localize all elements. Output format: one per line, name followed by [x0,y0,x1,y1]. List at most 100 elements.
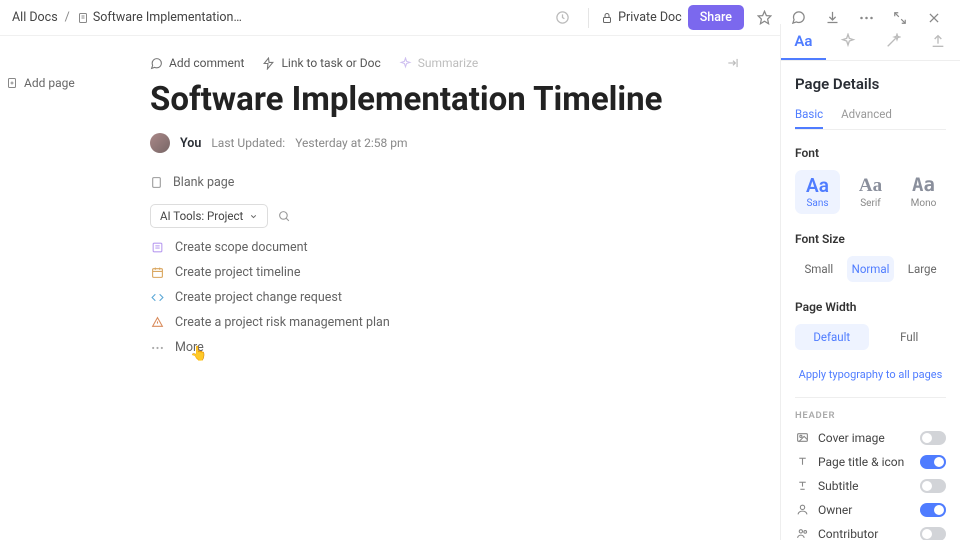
link-task-button[interactable]: Link to task or Doc [262,56,380,70]
add-comment-label: Add comment [169,56,244,70]
font-size-section-label: Font Size [795,232,946,246]
blank-page-label: Blank page [173,175,234,190]
blank-templates: Blank page AI Tools: Project Create scop… [150,175,740,355]
breadcrumb-current-label: Software Implementation… [93,10,242,25]
font-sans-button[interactable]: Aa Sans [795,170,840,214]
ai-tools-label: AI Tools: Project [160,209,243,223]
timeline-icon [150,266,165,279]
ai-item-label: Create project timeline [175,265,300,280]
toggle-cover-image[interactable]: Cover image [795,431,946,445]
blank-page-button[interactable]: Blank page [150,175,740,190]
ai-suggestions-list: Create scope document Create project tim… [150,240,740,355]
ai-item-scope[interactable]: Create scope document [150,240,740,255]
add-comment-button[interactable]: Add comment [150,56,244,70]
toggle-switch[interactable] [920,503,946,517]
font-sample: Aa [848,176,893,195]
toggle-owner[interactable]: Owner [795,503,946,517]
toggle-switch[interactable] [920,431,946,445]
image-icon [795,431,809,444]
title-icon [795,455,809,468]
collapse-right-arrow-icon[interactable] [726,56,740,70]
comment-icon [150,57,163,70]
scope-icon [150,241,165,254]
code-icon [150,291,165,304]
page-icon [150,176,163,189]
ai-item-risk-plan[interactable]: Create a project risk management plan [150,315,740,330]
font-sample: Aa [795,176,840,195]
font-section-label: Font [795,146,946,160]
page-title[interactable]: Software Implementation Timeline [150,80,740,119]
tab-typography[interactable]: Aa [781,24,826,60]
subtitle-icon [795,479,809,492]
ai-item-label: Create scope document [175,240,308,255]
meta-author[interactable]: You [180,136,201,151]
font-options: Aa Sans Aa Serif Aa Mono [795,170,946,214]
avatar[interactable] [150,133,170,153]
magic-icon [885,33,901,49]
ai-item-label: Create project change request [175,290,342,305]
right-panel-tabs: Aa [781,24,960,61]
link-task-label: Link to task or Doc [281,56,380,70]
toggle-label: Owner [818,503,911,517]
toggle-switch[interactable] [920,455,946,469]
page-width-options: Default Full [795,324,946,350]
favorite-icon[interactable] [750,4,778,32]
breadcrumb-root[interactable]: All Docs [12,10,58,25]
header-category-label: HEADER [795,410,946,421]
subtab-advanced[interactable]: Advanced [841,107,892,129]
apply-typography-link[interactable]: Apply typography to all pages [795,368,946,381]
chevron-down-icon [249,212,258,221]
font-mono-button[interactable]: Aa Mono [901,170,946,214]
doc-actions-bar: Add comment Link to task or Doc Summariz… [150,56,740,70]
meta-updated-value: Yesterday at 2:58 pm [295,136,407,150]
tab-templates[interactable] [871,24,916,60]
toggle-label: Contributor [818,527,911,540]
toggle-switch[interactable] [920,527,946,540]
summarize-label: Summarize [418,56,479,70]
doc-meta-row: You Last Updated: Yesterday at 2:58 pm [150,133,740,153]
subtab-basic[interactable]: Basic [795,107,823,129]
breadcrumb-current[interactable]: Software Implementation… [77,10,242,25]
font-size-normal[interactable]: Normal [847,256,895,282]
risk-icon [150,316,165,329]
toggle-label: Cover image [818,431,911,445]
font-sample: Aa [901,176,946,195]
history-icon[interactable] [548,4,576,32]
toggle-contributor[interactable]: Contributor [795,527,946,540]
contributor-icon [795,527,809,540]
ai-search-icon[interactable] [278,210,291,223]
link-icon [262,57,275,70]
page-width-full[interactable]: Full [873,324,947,350]
doc-icon [77,12,89,24]
ai-item-timeline[interactable]: Create project timeline [150,265,740,280]
toggle-switch[interactable] [920,479,946,493]
private-doc-label: Private Doc [618,10,682,25]
main-content: Add comment Link to task or Doc Summariz… [0,36,780,540]
sparkle-icon [399,57,412,70]
lock-icon [601,12,613,24]
font-size-large[interactable]: Large [898,256,946,282]
toggle-label: Page title & icon [818,455,911,469]
summarize-button[interactable]: Summarize [399,56,479,70]
page-details-title: Page Details [795,75,946,93]
right-panel: Aa Page Details Basic Advanced Font Aa S… [780,24,960,540]
share-button[interactable]: Share [688,5,744,30]
ai-item-change-request[interactable]: Create project change request [150,290,740,305]
tab-export[interactable] [915,24,960,60]
private-doc-button[interactable]: Private Doc [601,10,682,25]
toggle-subtitle[interactable]: Subtitle [795,479,946,493]
tab-ai[interactable] [826,24,871,60]
ai-item-more[interactable]: More [150,340,740,355]
typography-icon: Aa [794,32,812,50]
export-icon [930,33,946,49]
breadcrumb: All Docs / Software Implementation… [12,10,548,25]
breadcrumb-separator: / [65,10,70,25]
cursor-pointer-overlay: 👆 [190,346,207,362]
font-serif-button[interactable]: Aa Serif [848,170,893,214]
toggle-page-title[interactable]: Page title & icon [795,455,946,469]
ai-tools-dropdown[interactable]: AI Tools: Project [150,204,268,228]
page-width-default[interactable]: Default [795,324,869,350]
font-size-small[interactable]: Small [795,256,843,282]
toggle-label: Subtitle [818,479,911,493]
right-panel-body: Page Details Basic Advanced Font Aa Sans… [781,61,960,540]
